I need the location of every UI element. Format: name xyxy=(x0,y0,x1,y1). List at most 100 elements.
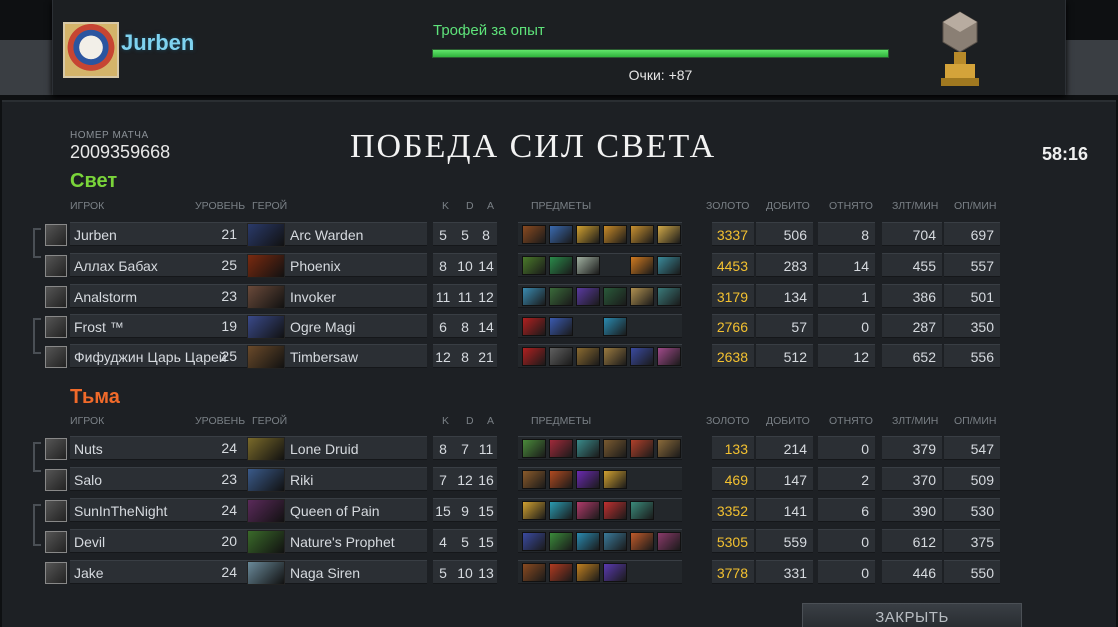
item-icon[interactable] xyxy=(657,287,681,306)
kda-values: 4 5 15 xyxy=(433,529,497,553)
player-row[interactable]: Frost ™ 19 Ogre Magi 6 8 14 2766 57 0 287 350 xyxy=(45,314,1000,340)
kda-values: 8 7 11 xyxy=(433,436,497,460)
column-header-xpm: ОП/МИН xyxy=(954,200,997,212)
item-icon[interactable] xyxy=(576,225,600,244)
player-avatar xyxy=(45,469,67,491)
item-icon[interactable] xyxy=(549,256,573,275)
xpm-value: 501 xyxy=(944,284,1000,308)
stat-d: 7 xyxy=(461,441,469,457)
player-avatar xyxy=(45,562,67,584)
item-icon[interactable] xyxy=(630,256,654,275)
item-icon[interactable] xyxy=(603,563,627,582)
item-icon[interactable] xyxy=(549,563,573,582)
player-avatar xyxy=(45,255,67,277)
item-icon[interactable] xyxy=(603,439,627,458)
item-icon[interactable] xyxy=(522,501,546,520)
item-icon[interactable] xyxy=(549,287,573,306)
gpm-value: 612 xyxy=(882,529,942,553)
party-bracket xyxy=(33,504,41,546)
item-icon[interactable] xyxy=(657,439,681,458)
item-icon[interactable] xyxy=(630,225,654,244)
column-header-a: A xyxy=(487,415,495,427)
item-icon[interactable] xyxy=(603,287,627,306)
player-row[interactable]: Nuts 24 Lone Druid 8 7 11 133 214 0 379 547 xyxy=(45,436,1000,462)
item-icon[interactable] xyxy=(522,439,546,458)
item-icon[interactable] xyxy=(657,347,681,366)
item-icon[interactable] xyxy=(549,501,573,520)
item-icon[interactable] xyxy=(522,317,546,336)
item-icon[interactable] xyxy=(576,532,600,551)
item-icon[interactable] xyxy=(576,347,600,366)
player-row[interactable]: Аллах Бабах 25 Phoenix 8 10 14 4453 283 14 455 557 xyxy=(45,253,1000,279)
gold-value: 2638 xyxy=(712,344,754,368)
column-header-denies: ОТНЯТО xyxy=(829,200,873,212)
item-icon[interactable] xyxy=(522,563,546,582)
item-icon[interactable] xyxy=(549,470,573,489)
item-icon[interactable] xyxy=(549,439,573,458)
item-icon[interactable] xyxy=(522,347,546,366)
item-icon[interactable] xyxy=(603,317,627,336)
kda-values: 8 10 14 xyxy=(433,253,497,277)
last-hits-value: 331 xyxy=(756,560,813,584)
hero-portrait xyxy=(247,561,285,585)
gpm-value: 390 xyxy=(882,498,942,522)
gold-value: 3778 xyxy=(712,560,754,584)
item-icon[interactable] xyxy=(576,470,600,489)
item-icon[interactable] xyxy=(603,501,627,520)
item-icon[interactable] xyxy=(630,347,654,366)
item-icon[interactable] xyxy=(576,256,600,275)
hero-portrait xyxy=(247,437,285,461)
item-icon[interactable] xyxy=(522,532,546,551)
item-icon[interactable] xyxy=(603,347,627,366)
item-icon[interactable] xyxy=(630,287,654,306)
item-icon[interactable] xyxy=(576,439,600,458)
denies-value: 14 xyxy=(818,253,875,277)
item-icon[interactable] xyxy=(522,287,546,306)
item-icon[interactable] xyxy=(576,501,600,520)
player-level: 23 xyxy=(221,288,237,304)
item-icon[interactable] xyxy=(522,470,546,489)
item-icon[interactable] xyxy=(549,532,573,551)
player-row[interactable]: SunInTheNight 24 Queen of Pain 15 9 15 3352 141… xyxy=(45,498,1000,524)
xpm-value: 509 xyxy=(944,467,1000,491)
column-headers-dire: ИГРОК УРОВЕНЬ ГЕРОЙ K D A ПРЕДМЕТЫ ЗОЛОТО ДОБИТО… xyxy=(70,415,1000,429)
experience-trophy-panel: Jurben Трофей за опыт Очки: +87 xyxy=(52,0,1066,95)
column-header-gpm: ЗЛТ/МИН xyxy=(892,415,939,427)
player-row[interactable]: Фифуджин Царь Царей 25 Timbersaw 12 8 21 2638 5… xyxy=(45,344,1000,370)
stat-k: 15 xyxy=(435,503,451,519)
stat-k: 11 xyxy=(435,289,451,305)
item-icon[interactable] xyxy=(549,347,573,366)
denies-value: 0 xyxy=(818,314,875,338)
item-icon[interactable] xyxy=(657,225,681,244)
item-icon[interactable] xyxy=(549,225,573,244)
item-icon[interactable] xyxy=(657,532,681,551)
close-button[interactable]: ЗАКРЫТЬ xyxy=(802,603,1022,627)
item-icon[interactable] xyxy=(630,501,654,520)
last-hits-value: 147 xyxy=(756,467,813,491)
item-icon[interactable] xyxy=(576,563,600,582)
item-icon[interactable] xyxy=(630,532,654,551)
player-row[interactable]: Devil 20 Nature's Prophet 4 5 15 5305 559 0 612 37… xyxy=(45,529,1000,555)
item-icon[interactable] xyxy=(630,439,654,458)
item-icon[interactable] xyxy=(522,256,546,275)
player-row[interactable]: Jurben 21 Arc Warden 5 5 8 3337 506 8 704 697 xyxy=(45,222,1000,248)
item-icon[interactable] xyxy=(603,225,627,244)
gpm-value: 455 xyxy=(882,253,942,277)
item-icon[interactable] xyxy=(603,470,627,489)
column-header-hero: ГЕРОЙ xyxy=(252,415,288,427)
player-row[interactable]: Analstorm 23 Invoker 11 11 12 3179 134 1 386 501 xyxy=(45,284,1000,310)
item-icon[interactable] xyxy=(576,287,600,306)
item-icon[interactable] xyxy=(657,256,681,275)
items-slots xyxy=(518,529,682,553)
hero-portrait xyxy=(247,530,285,554)
column-header-items: ПРЕДМЕТЫ xyxy=(531,200,592,212)
player-level: 21 xyxy=(221,226,237,242)
item-icon[interactable] xyxy=(603,532,627,551)
xpm-value: 697 xyxy=(944,222,1000,246)
player-row[interactable]: Jake 24 Naga Siren 5 10 13 3778 331 0 446 550 xyxy=(45,560,1000,586)
player-row[interactable]: Salo 23 Riki 7 12 16 469 147 2 370 509 xyxy=(45,467,1000,493)
item-icon[interactable] xyxy=(549,317,573,336)
item-icon[interactable] xyxy=(522,225,546,244)
last-hits-value: 559 xyxy=(756,529,813,553)
items-slots xyxy=(518,467,682,491)
